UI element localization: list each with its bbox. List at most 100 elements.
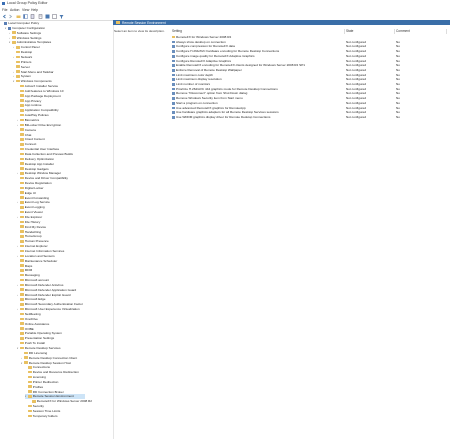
help-icon[interactable] [45,14,50,19]
tree-item-label: Printers [20,59,32,64]
folder-icon [20,172,24,175]
folder-icon [20,191,24,195]
tree-item-label: Remote Desktop Session Host [28,360,71,365]
tree-item-label: OOBE [24,326,34,331]
tree-item-label: Microsoft User Experience Virtualization [24,307,80,312]
tree-item-label: Profiles [32,384,44,389]
tree-item-label: HomeGroup [24,234,42,239]
folder-icon [20,298,24,301]
tree-item-label: Desktop Window Manager [24,171,62,176]
folder-icon [12,41,16,44]
tree-item-label: Internet Explorer [24,244,48,249]
folder-icon [16,45,20,49]
tree-item-label: Maintenance Scheduler [24,258,58,263]
folder-icon [20,142,24,146]
up-icon[interactable] [16,14,21,19]
folder-icon [20,293,24,296]
menu-file[interactable]: File [2,8,7,12]
folder-icon [20,94,24,98]
folder-icon [20,264,24,267]
tree-item-label: Microsoft account [24,278,50,283]
menu-help[interactable]: Help [31,8,38,12]
setting-row[interactable]: Use WDDM graphics display driver for Rem… [172,115,450,120]
folder-icon [20,259,24,262]
folder-icon [20,303,24,306]
tree-item-label: Credential User Interface [24,147,60,152]
tree-item-label: Event Forwarding [24,195,50,200]
folder-icon [20,210,24,214]
folder-icon [172,36,175,39]
folder-icon [28,375,32,379]
folder-icon [20,336,24,340]
tree-item-label: Software Settings [16,30,42,35]
details-header-title: Remote Session Environment [122,20,166,25]
tree-item-label: App runtime [24,103,42,108]
folder-icon [16,50,20,54]
folder-icon [28,414,32,418]
menu-action[interactable]: Action [10,8,19,12]
tree-item[interactable]: Temporary folders [25,414,58,419]
tree-item-label: Remote Session Environment [32,394,74,399]
tree-item-label: Microsoft Defender Exploit Guard [24,292,71,297]
folder-icon [20,89,24,93]
tree-item-label: File Explorer [24,215,43,219]
show-hide-tree-icon[interactable] [23,13,28,19]
folder-icon [28,390,32,393]
properties-icon[interactable] [38,13,43,19]
policy-setting-icon [172,54,175,58]
policy-setting-icon [172,101,175,105]
setting-state: Not configured [346,114,367,119]
tree-item-label: Session Time Limits [32,409,61,413]
folder-icon [20,109,24,112]
folder-icon [28,385,32,389]
folder-icon [20,244,24,248]
back-icon[interactable] [2,14,7,19]
tree-item-label: Digital Locker [24,185,44,190]
tree-item-label: Messaging [24,273,40,278]
tree-item-label: RD Connection Broker [32,389,64,394]
policy-setting-icon [172,40,175,44]
folder-icon [20,327,24,330]
tree-item-label: Connections [32,365,50,370]
tree-item-label: Handwriting [24,229,42,234]
policy-setting-icon [172,115,175,119]
policy-setting-icon [172,45,175,49]
menu-view[interactable]: View [22,8,29,12]
folder-icon [28,395,32,398]
tree-item-label: Windows Settings [16,35,42,40]
export-icon[interactable] [30,13,35,19]
policy-setting-icon [172,87,175,91]
tree-item-label: Control Panel [20,45,40,50]
tree-item-label: Add features to Windows 10 [24,88,64,93]
tree-item-label: Windows Components [20,79,52,84]
folder-icon [20,288,24,292]
folder-icon [20,186,24,190]
tree-item-label: MDM [24,268,33,273]
tree-item-label: RD Licensing [28,350,48,355]
folder-icon [16,55,20,59]
view-icon[interactable] [52,13,57,19]
column-header-setting[interactable]: Setting [172,29,345,34]
column-header-state[interactable]: State [346,29,395,34]
tree-item-label: ActiveX Installer Service [24,84,59,89]
folder-icon [20,283,24,287]
folder-icon [20,322,24,325]
folder-icon [20,225,24,228]
forward-icon[interactable] [8,14,13,19]
folder-icon [20,239,24,243]
tree-item-label: Event Log Service [24,200,50,205]
folder-icon [20,254,24,258]
tree-item-label: BitLocker Drive Encryption [24,122,62,127]
tree-item-label: Event Logging [24,205,45,210]
description-text: Select an item to view its description. [114,29,165,33]
tree-item-label: Application Compatibility [24,108,59,113]
policy-icon [8,26,11,30]
pane-divider[interactable] [113,20,114,439]
tree-item-label: NetMeeting [24,312,41,316]
folder-icon [32,400,36,403]
filter-icon[interactable] [59,14,64,19]
tree-item-label: Cloud Content [24,137,45,142]
folder-icon [20,269,24,272]
column-header-comment[interactable]: Comment [396,29,447,34]
folder-icon [20,162,24,165]
